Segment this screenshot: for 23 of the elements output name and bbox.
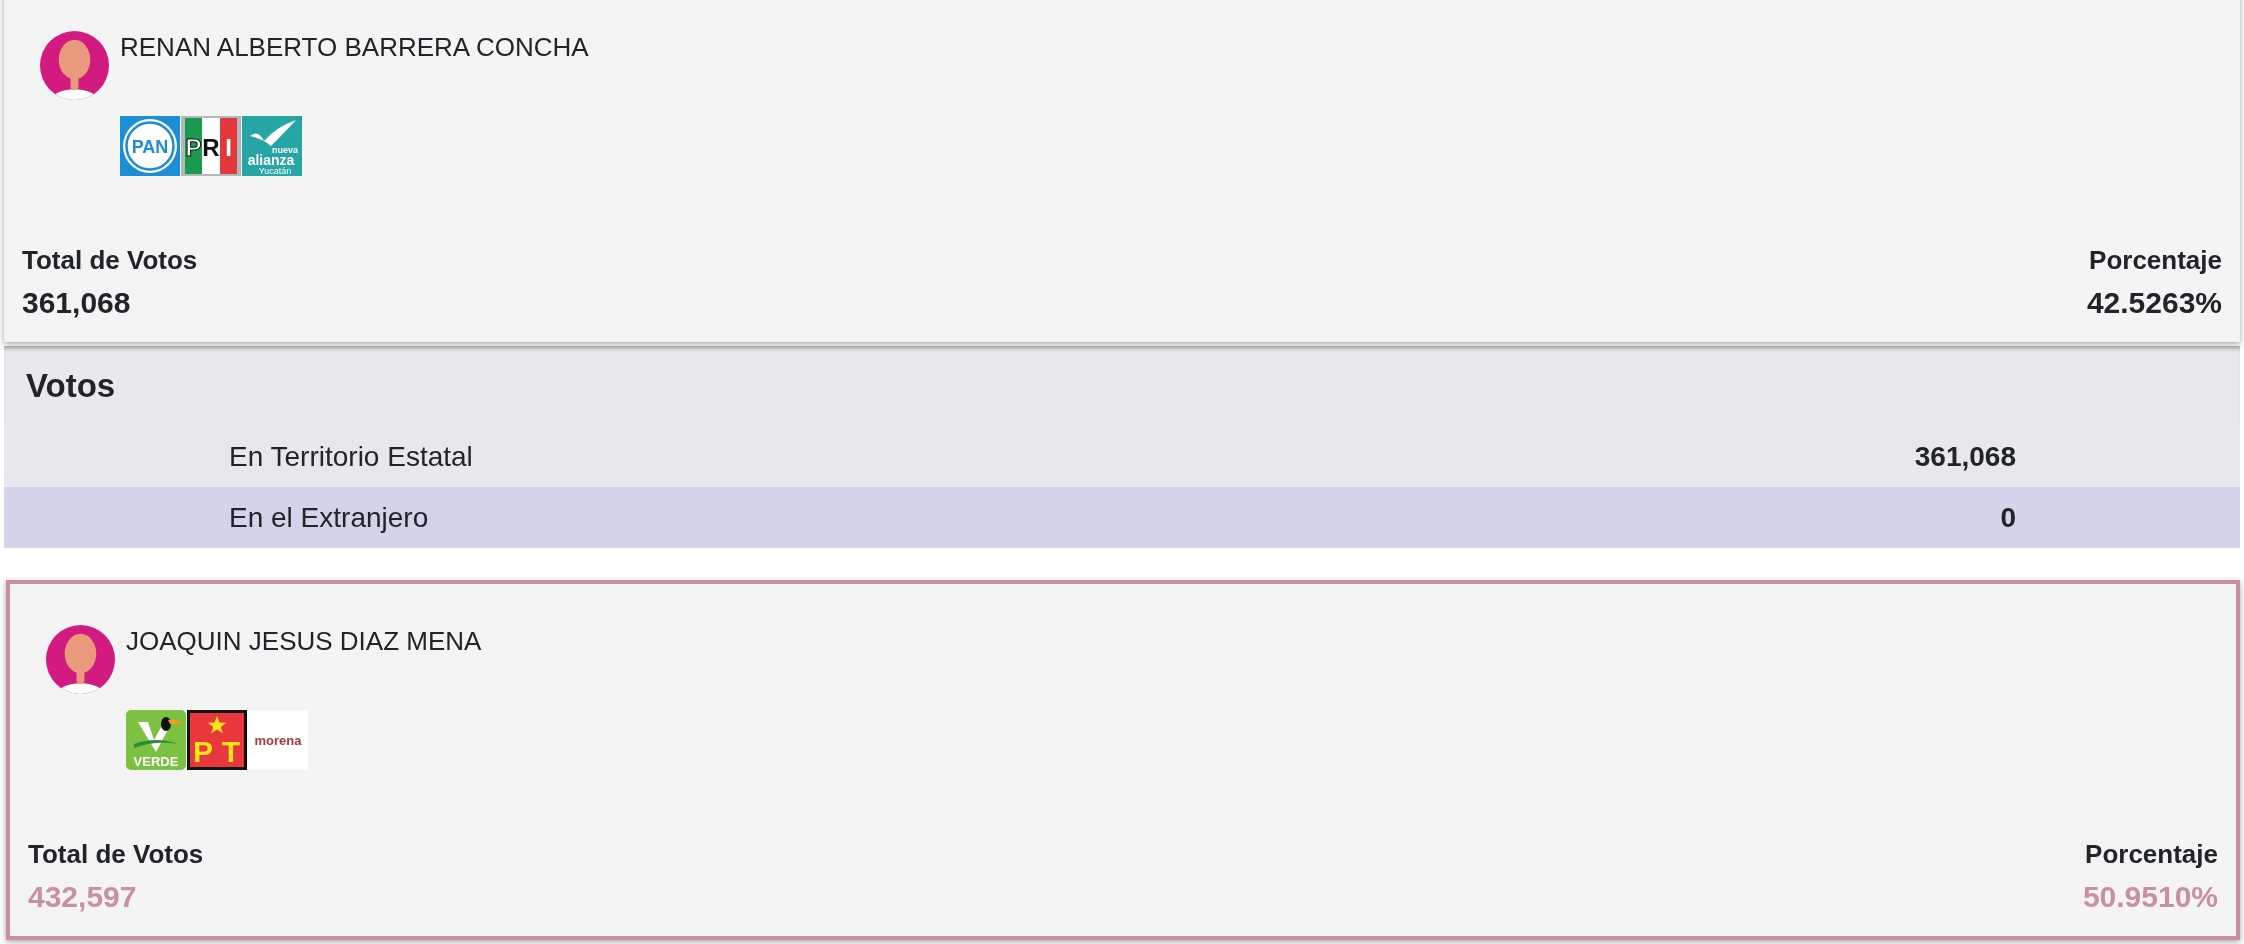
percentage-value: 42.5263%	[2086, 285, 2222, 321]
panel-title: Votos	[25, 366, 117, 406]
row-label: En Territorio Estatal	[229, 440, 473, 473]
percentage-label: Porcentaje	[2085, 838, 2218, 870]
avatar-icon	[40, 31, 109, 100]
total-votes-label: Total de Votos	[22, 244, 198, 276]
avatar-icon	[46, 625, 115, 694]
total-votes-value: 361,068	[22, 285, 131, 321]
candidate-name: JOAQUIN JESUS DIAZ MENA	[126, 626, 482, 656]
party-logo: PAN	[120, 116, 180, 176]
candidate-name: RENAN ALBERTO BARRERA CONCHA	[120, 32, 589, 62]
party-logo: morena	[248, 710, 308, 770]
party-logo: VERDE	[126, 710, 186, 770]
vote-count: 361,068	[1914, 440, 2016, 473]
party-logo: nueva alianza Yucatán	[242, 116, 302, 176]
total-votes-value: 432,597	[28, 879, 137, 915]
percentage-label: Porcentaje	[2089, 244, 2222, 276]
vote-count: 0	[2000, 501, 2016, 534]
party-logo: P T	[187, 710, 247, 770]
party-logo: PR I	[181, 116, 241, 176]
row-label: En el Extranjero	[229, 501, 429, 534]
total-votes-label: Total de Votos	[28, 838, 204, 870]
percentage-value: 50.9510%	[2082, 879, 2218, 915]
